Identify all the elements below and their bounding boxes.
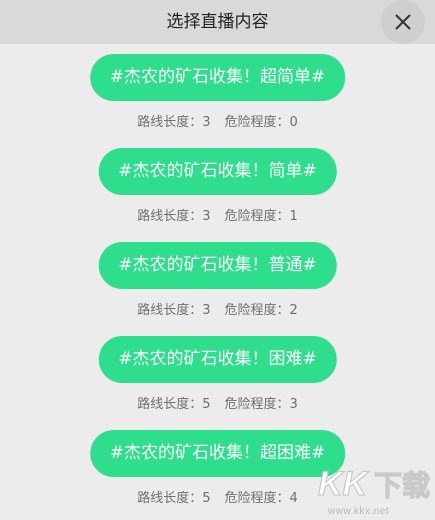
svg-text:下载: 下载 [374,469,430,502]
watermark: KK 下载 www.kkx.net [318,462,435,520]
danger-level-value: 4 [289,491,298,506]
app-window: 选择直播内容 #杰农的矿石收集！超简单# 路线长度：3 危险程度：0 #杰农的矿石… [0,0,435,520]
list-item: #杰农的矿石收集！超简单# 路线长度：3 危险程度：0 [0,44,435,138]
danger-level-label: 危险程度： [224,491,290,506]
route-length-label: 路线长度： [137,397,203,412]
route-length-value: 3 [202,115,211,130]
list-item: #杰农的矿石收集！普通# 路线长度：3 危险程度：2 [0,232,435,326]
route-length-value: 3 [202,303,211,318]
danger-level-label: 危险程度： [224,115,290,130]
close-icon [395,14,411,30]
page-title: 选择直播内容 [166,12,269,32]
content-option-button[interactable]: #杰农的矿石收集！超简单# [89,54,346,101]
list-item: #杰农的矿石收集！困难# 路线长度：5 危险程度：3 [0,326,435,420]
danger-level-label: 危险程度： [224,303,290,318]
content-option-button[interactable]: #杰农的矿石收集！超困难# [89,430,346,477]
list-item: #杰农的矿石收集！简单# 路线长度：3 危险程度：1 [0,138,435,232]
route-length-value: 5 [202,491,211,506]
item-meta: 路线长度：3 危险程度：1 [0,205,435,224]
route-length-label: 路线长度： [137,115,203,130]
route-length-value: 3 [202,209,211,224]
content-option-button[interactable]: #杰农的矿石收集！困难# [98,336,337,383]
header-bar: 选择直播内容 [0,0,435,44]
svg-text:KK: KK [318,465,370,502]
danger-level-label: 危险程度： [224,397,290,412]
watermark-url: www.kkx.net [328,506,390,517]
route-length-label: 路线长度： [137,491,203,506]
item-meta: 路线长度：5 危险程度：3 [0,393,435,412]
danger-level-value: 1 [289,209,298,224]
danger-level-label: 危险程度： [224,209,290,224]
danger-level-value: 3 [289,397,298,412]
watermark-logo: KK 下载 [318,464,431,502]
route-length-value: 5 [202,397,211,412]
content-option-button[interactable]: #杰农的矿石收集！普通# [98,242,337,289]
danger-level-value: 2 [289,303,298,318]
content-option-button[interactable]: #杰农的矿石收集！简单# [98,148,337,195]
route-length-label: 路线长度： [137,209,203,224]
route-length-label: 路线长度： [137,303,203,318]
item-meta: 路线长度：3 危险程度：2 [0,299,435,318]
close-button[interactable] [381,0,425,44]
item-meta: 路线长度：3 危险程度：0 [0,111,435,130]
danger-level-value: 0 [289,115,298,130]
